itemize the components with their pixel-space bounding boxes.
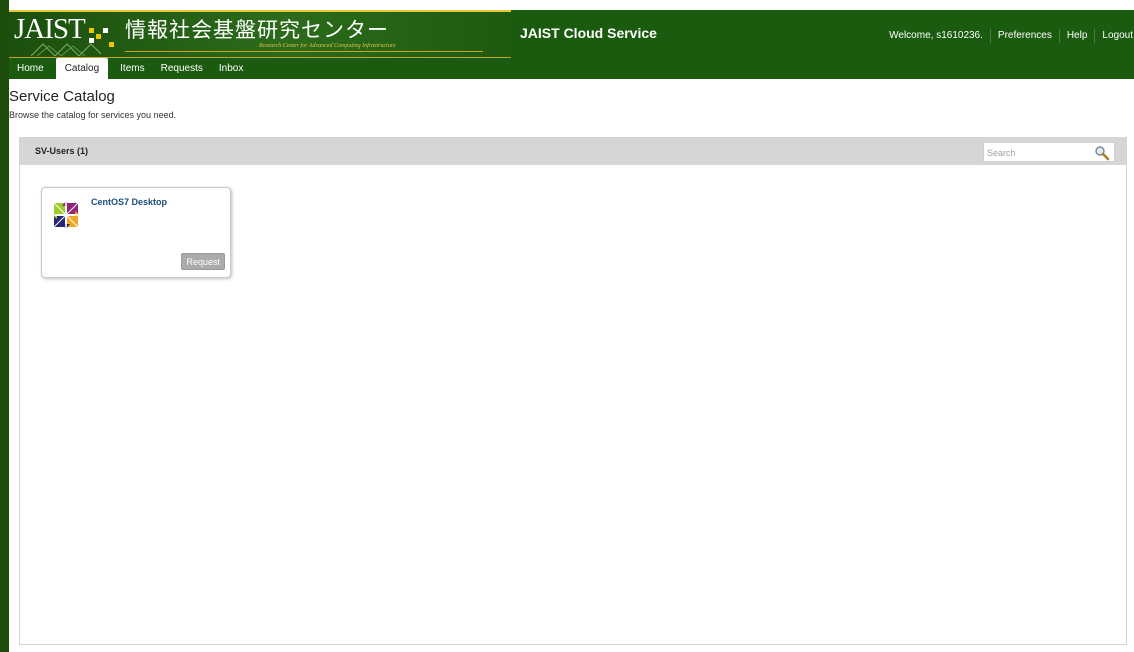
user-nav: Welcome, s1610236. Preferences Help Logo… <box>882 29 1134 43</box>
org-title-japanese: 情報社会基盤研究センター <box>125 19 389 42</box>
tab-inbox[interactable]: Inbox <box>211 58 251 79</box>
org-subtitle-english: Research Center for Advanced Computing I… <box>259 43 396 49</box>
preferences-link[interactable]: Preferences <box>989 29 1059 43</box>
help-link[interactable]: Help <box>1058 29 1095 43</box>
main-tabs: Home Catalog Items Requests Inbox <box>9 58 251 79</box>
welcome-text: Welcome, s1610236. <box>889 30 983 41</box>
catalog-item-title[interactable]: CentOS7 Desktop <box>91 197 167 207</box>
tab-items[interactable]: Items <box>112 58 152 79</box>
catalog-item-card[interactable]: CentOS7 Desktop Request <box>41 187 231 278</box>
org-banner: JAIST 情報社会基盤研究センター Research Center for A… <box>9 10 511 58</box>
logout-link[interactable]: Logout <box>1094 29 1134 43</box>
logo-dots-icon <box>89 24 119 50</box>
catalog-panel: SV-Users (1) CentOS7 Desktop Request <box>19 137 1127 645</box>
catalog-search <box>983 142 1115 162</box>
request-button[interactable]: Request <box>181 253 225 270</box>
app-title: JAIST Cloud Service <box>520 25 657 41</box>
tab-catalog[interactable]: Catalog <box>55 58 109 79</box>
tab-requests[interactable]: Requests <box>153 58 211 79</box>
app-header: JAIST 情報社会基盤研究センター Research Center for A… <box>9 10 1134 79</box>
left-edge-rule <box>0 0 9 652</box>
org-title-underline <box>125 51 483 52</box>
tab-home[interactable]: Home <box>9 58 52 79</box>
search-icon[interactable] <box>1094 145 1110 161</box>
catalog-group-header: SV-Users (1) <box>20 138 1126 165</box>
page-description: Browse the catalog for services you need… <box>9 110 177 120</box>
centos-logo-icon <box>52 201 80 229</box>
catalog-group-title: SV-Users (1) <box>35 146 89 156</box>
page-title: Service Catalog <box>9 88 115 105</box>
